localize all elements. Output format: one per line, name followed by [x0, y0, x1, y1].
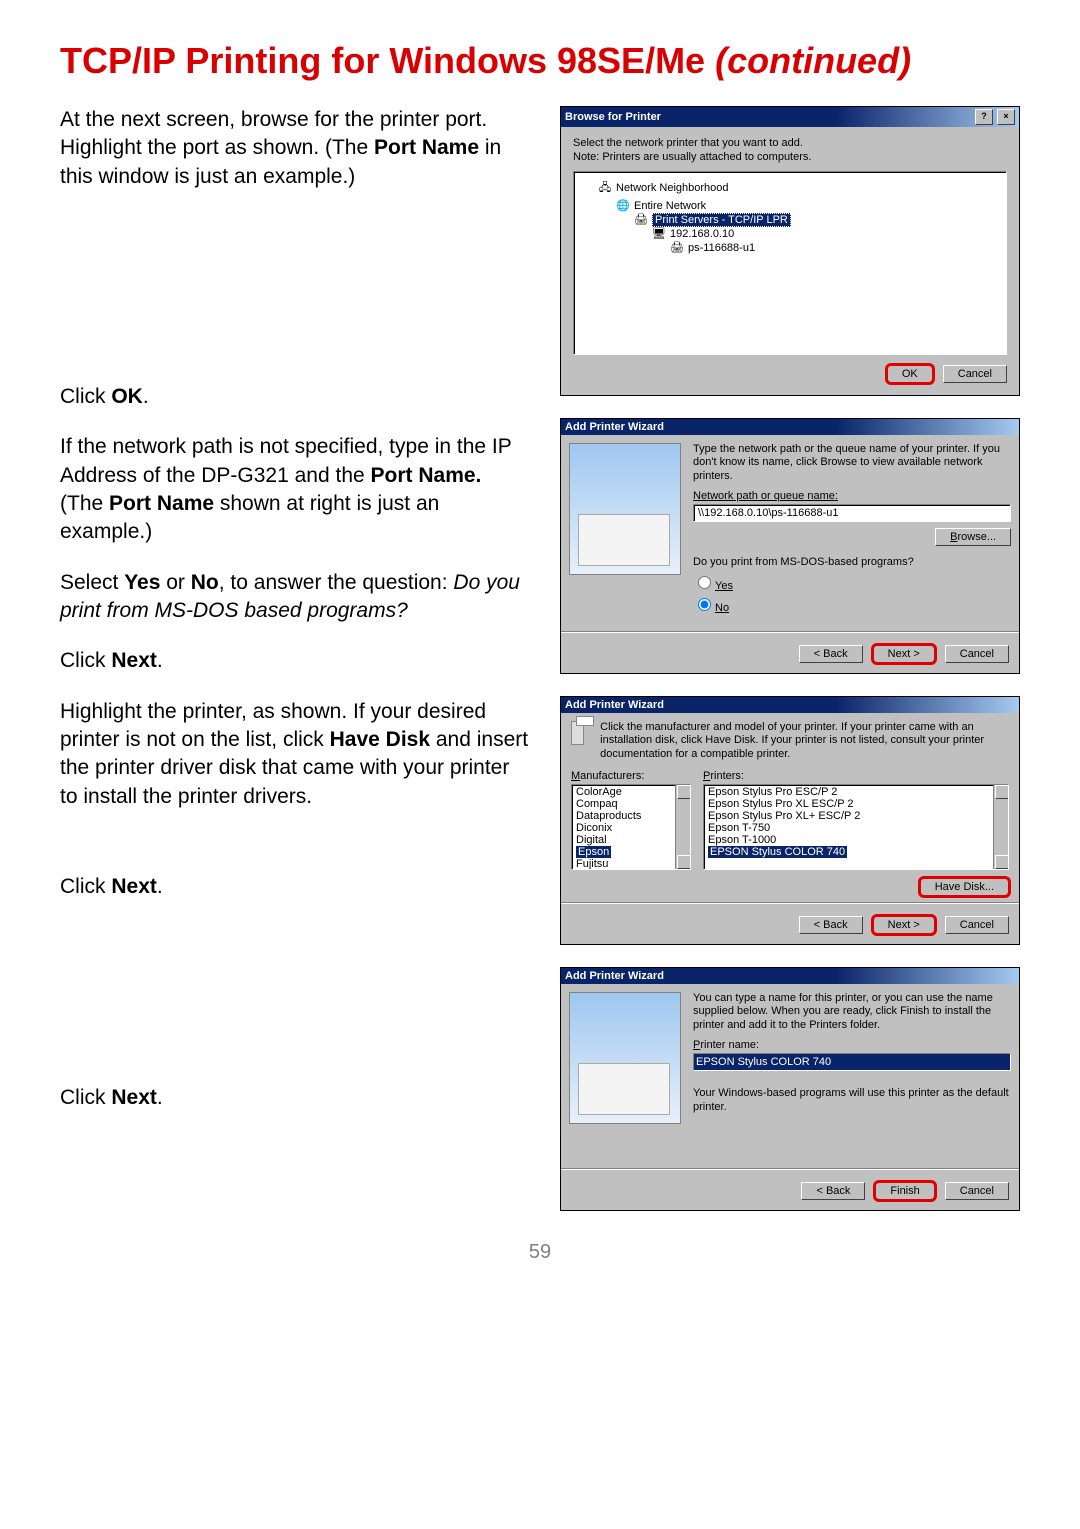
printers-label: Printers:: [703, 770, 1009, 784]
cancel-button[interactable]: Cancel: [945, 645, 1009, 663]
page-title: TCP/IP Printing for Windows 98SE/Me (con…: [60, 40, 1020, 82]
back-button[interactable]: < Back: [801, 1182, 865, 1200]
msdos-question: Do you print from MS-DOS-based programs?: [693, 556, 1011, 570]
printer-tree[interactable]: 🖧Network Neighborhood 🌐Entire Network 🖨P…: [573, 171, 1007, 355]
printer-selected[interactable]: EPSON Stylus COLOR 740: [708, 846, 847, 858]
wizard-image: [569, 443, 681, 575]
dialog-title: Browse for Printer: [565, 111, 971, 123]
wizard-image: [569, 992, 681, 1124]
network-path-input[interactable]: [693, 504, 1011, 522]
finish-button[interactable]: Finish: [875, 1182, 934, 1200]
tree-selected[interactable]: Print Servers - TCP/IP LPR: [652, 213, 791, 227]
dialog-title: Add Printer Wizard: [565, 421, 1015, 433]
add-printer-wizard-path: Add Printer Wizard Type the network path…: [560, 418, 1020, 674]
page-number: 59: [60, 1241, 1020, 1264]
computer-icon: 🖥: [652, 227, 666, 240]
cancel-button[interactable]: Cancel: [945, 1182, 1009, 1200]
scrollbar[interactable]: [993, 785, 1008, 869]
instruction-column: At the next screen, browse for the print…: [60, 106, 530, 1211]
wizard-desc: You can type a name for this printer, or…: [693, 992, 1011, 1033]
printer-icon: 🖨: [670, 241, 684, 254]
cancel-button[interactable]: Cancel: [945, 916, 1009, 934]
have-disk-button[interactable]: Have Disk...: [920, 878, 1009, 896]
printer-icon: [571, 721, 584, 745]
back-button[interactable]: < Back: [799, 916, 863, 934]
path-label: Network path or queue name:: [693, 490, 1011, 502]
server-icon: 🖨: [634, 213, 648, 226]
printer-name-input[interactable]: EPSON Stylus COLOR 740: [693, 1053, 1011, 1071]
title-main: TCP/IP Printing for Windows 98SE/Me: [60, 40, 715, 81]
default-printer-note: Your Windows-based programs will use thi…: [693, 1087, 1011, 1115]
browse-button[interactable]: BBrowse...rowse...: [935, 528, 1011, 546]
back-button[interactable]: < Back: [799, 645, 863, 663]
next-button[interactable]: Next >: [873, 645, 935, 663]
manufacturers-list[interactable]: ColorAge Compaq Dataproducts Diconix Dig…: [571, 784, 691, 870]
printer-name-label: Printer name:: [693, 1039, 1011, 1051]
close-button[interactable]: ×: [997, 109, 1015, 125]
dialog-title: Add Printer Wizard: [565, 970, 1015, 982]
manufacturer-selected[interactable]: Epson: [576, 846, 611, 858]
wizard-desc: Type the network path or the queue name …: [693, 443, 1011, 484]
globe-icon: 🌐: [616, 199, 630, 212]
browse-printer-dialog: Browse for Printer ? × Select the networ…: [560, 106, 1020, 396]
manufacturers-label: Manufacturers:: [571, 770, 691, 784]
help-button[interactable]: ?: [975, 109, 993, 125]
title-continued: (continued): [715, 40, 911, 81]
dialog-intro-2: Note: Printers are usually attached to c…: [573, 151, 1007, 165]
no-radio[interactable]: [698, 598, 711, 611]
yes-radio[interactable]: [698, 576, 711, 589]
dial-title: Add Printer Wizard: [565, 699, 1015, 711]
add-printer-wizard-model: Add Printer Wizard Click the manufacture…: [560, 696, 1020, 945]
add-printer-wizard-name: Add Printer Wizard You can type a name f…: [560, 967, 1020, 1212]
wizard-desc: Click the manufacturer and model of your…: [600, 721, 1009, 762]
next-button[interactable]: Next >: [873, 916, 935, 934]
ok-button[interactable]: OK: [887, 365, 933, 383]
scrollbar[interactable]: [675, 785, 690, 869]
cancel-button[interactable]: Cancel: [943, 365, 1007, 383]
network-icon: 🖧: [598, 179, 612, 198]
dialog-intro-1: Select the network printer that you want…: [573, 137, 1007, 151]
printers-list[interactable]: Epson Stylus Pro ESC/P 2 Epson Stylus Pr…: [703, 784, 1009, 870]
